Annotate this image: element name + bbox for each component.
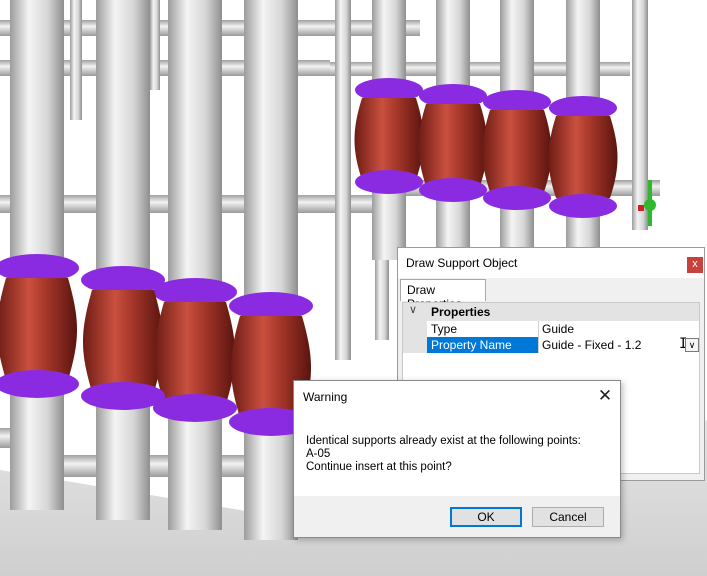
- dropdown-chevron-icon[interactable]: ∨: [685, 338, 699, 352]
- property-value[interactable]: Guide - Fixed - 1.2: [542, 337, 692, 353]
- cancel-button[interactable]: Cancel: [532, 507, 604, 527]
- category-label: Properties: [431, 305, 491, 319]
- ok-button[interactable]: OK: [450, 507, 522, 527]
- property-value[interactable]: Guide: [542, 321, 692, 337]
- property-name: Type: [427, 321, 539, 337]
- dialog-title: Warning: [303, 390, 348, 404]
- chevron-down-icon[interactable]: ∨: [409, 303, 417, 316]
- expansion-joint-back-row: [354, 0, 618, 260]
- row-gutter: [403, 321, 427, 337]
- property-category[interactable]: ∨ Properties: [403, 303, 699, 321]
- property-row-property-name[interactable]: Property Name Guide - Fixed - 1.2 I ∨: [403, 336, 699, 353]
- property-name: Property Name: [427, 337, 539, 353]
- vertical-pipe: [70, 0, 82, 120]
- dialog-button-bar: OK Cancel: [294, 496, 620, 537]
- property-row-type[interactable]: Type Guide: [403, 321, 699, 337]
- window-title-bar[interactable]: Draw Support Object x: [398, 248, 704, 278]
- vertical-pipe: [150, 0, 160, 90]
- vertical-pipe: [632, 0, 648, 230]
- close-icon[interactable]: x: [687, 257, 703, 273]
- tab-draw-properties[interactable]: Draw Properties: [400, 279, 486, 311]
- warning-dialog: Warning ✕ Identical supports already exi…: [293, 380, 621, 538]
- message-line: A-05: [306, 448, 331, 460]
- message-line: Identical supports already exist at the …: [306, 435, 581, 447]
- message-line: Continue insert at this point?: [306, 461, 452, 473]
- vertical-pipe: [335, 0, 351, 360]
- window-title: Draw Support Object: [406, 256, 518, 270]
- close-icon[interactable]: ✕: [595, 386, 615, 406]
- warning-message: Identical supports already exist at the …: [306, 435, 581, 474]
- row-gutter: [403, 337, 427, 353]
